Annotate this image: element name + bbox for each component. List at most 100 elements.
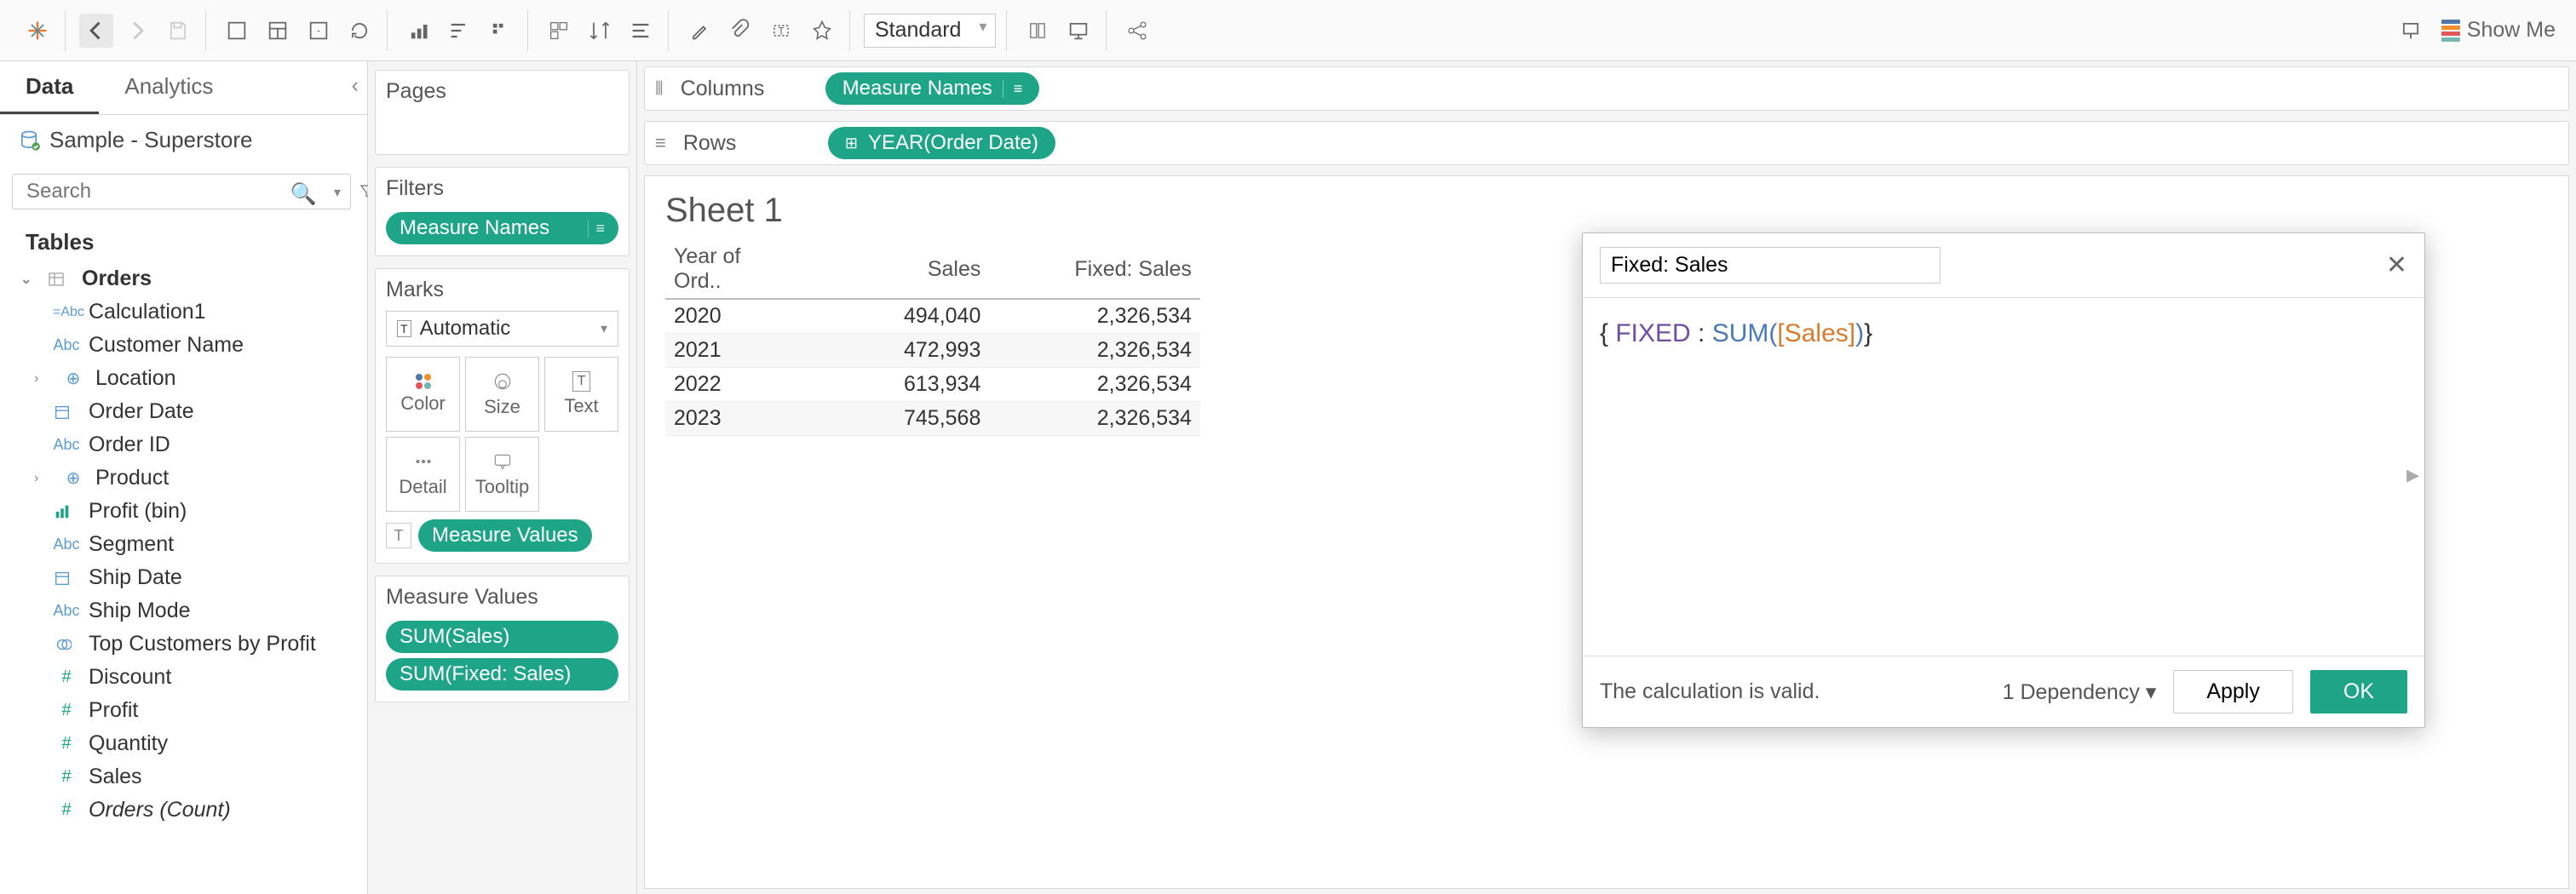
search-icon: 🔍: [290, 182, 317, 207]
table-row[interactable]: 2022613,9342,326,534: [665, 368, 1200, 402]
marks-pill-measure-values[interactable]: Measure Values: [418, 519, 592, 552]
save-button[interactable]: [161, 14, 195, 48]
tree-field-sales[interactable]: #Sales: [12, 760, 355, 794]
tree-field-profit[interactable]: #Profit: [12, 694, 355, 727]
cell-year: 2022: [665, 368, 819, 402]
tree-label: Orders: [82, 266, 152, 291]
calculation-formula-editor[interactable]: { FIXED : SUM([Sales])} ▸: [1583, 298, 2424, 656]
tree-field-product[interactable]: ›⊕Product: [12, 461, 355, 495]
mv-pill-sum-fixed-sales[interactable]: SUM(Fixed: Sales): [386, 658, 618, 691]
marks-text-button[interactable]: TText: [544, 357, 618, 432]
pages-shelf[interactable]: Pages: [375, 70, 630, 155]
marks-color-button[interactable]: Color: [386, 357, 460, 432]
tree-field-profit-bin[interactable]: Profit (bin): [12, 495, 355, 528]
label-button[interactable]: T: [764, 14, 798, 48]
share-button[interactable]: [1120, 14, 1154, 48]
tree-field-order-id[interactable]: AbcOrder ID: [12, 428, 355, 461]
tree-table-orders[interactable]: ⌄Orders: [12, 262, 355, 295]
tree-label: Order ID: [89, 433, 170, 457]
table-row[interactable]: 2020494,0402,326,534: [665, 299, 1200, 334]
tree-field-quantity[interactable]: #Quantity: [12, 727, 355, 760]
new-worksheet-button[interactable]: [220, 14, 254, 48]
tree-field-ship-mode[interactable]: AbcShip Mode: [12, 594, 355, 628]
search-dropdown-icon[interactable]: ▾: [334, 184, 341, 201]
sort-desc-button[interactable]: [483, 14, 517, 48]
mv-pill-sum-sales[interactable]: SUM(Sales): [386, 621, 618, 653]
tree-label: Segment: [89, 532, 174, 557]
marks-detail-button[interactable]: Detail: [386, 437, 460, 512]
cell-year: 2023: [665, 402, 819, 436]
rows-shelf[interactable]: ≡ Rows ⊞YEAR(Order Date): [644, 121, 2569, 165]
new-dashboard-button[interactable]: [261, 14, 295, 48]
plus-icon[interactable]: ⊞: [845, 135, 858, 152]
sort-button[interactable]: [583, 14, 617, 48]
back-button[interactable]: [79, 14, 113, 48]
tab-analytics[interactable]: Analytics: [99, 61, 239, 114]
pill-menu-icon[interactable]: ≡: [588, 220, 605, 238]
filters-shelf[interactable]: Filters Measure Names≡: [375, 167, 630, 256]
calculation-name-input[interactable]: [1600, 247, 1941, 284]
table-header-year[interactable]: Year of Ord..: [665, 240, 819, 299]
tree-field-discount[interactable]: #Discount: [12, 661, 355, 694]
apply-button[interactable]: Apply: [2173, 670, 2293, 713]
tree-field-ship-date[interactable]: Ship Date: [12, 561, 355, 594]
columns-pill-measure-names[interactable]: Measure Names≡: [825, 72, 1040, 105]
totals-button[interactable]: [624, 14, 658, 48]
cell-fixed-sales: 2,326,534: [989, 299, 1200, 334]
highlight-button[interactable]: [682, 14, 716, 48]
tree-field-customer-name[interactable]: AbcCustomer Name: [12, 329, 355, 362]
tree-field-calc1[interactable]: =AbcCalculation1: [12, 295, 355, 329]
pill-menu-icon[interactable]: ≡: [1003, 80, 1023, 98]
tab-data[interactable]: Data: [0, 61, 99, 114]
pill-label: Measure Names: [400, 216, 549, 240]
table-header-sales[interactable]: Sales: [819, 240, 989, 299]
cell-fixed-sales: 2,326,534: [989, 334, 1200, 368]
datasource-row[interactable]: Sample - Superstore: [0, 115, 367, 165]
tree-label: Top Customers by Profit: [89, 632, 316, 656]
show-me-button[interactable]: Show Me: [2431, 14, 2566, 46]
marks-tooltip-button[interactable]: Tooltip: [465, 437, 539, 512]
automatic-icon: T: [397, 320, 411, 337]
tree-field-orders-count[interactable]: #Orders (Count): [12, 794, 355, 827]
close-icon[interactable]: ✕: [2386, 250, 2407, 280]
table-row[interactable]: 2023745,5682,326,534: [665, 402, 1200, 436]
rows-icon: ≡: [655, 132, 666, 154]
forward-button[interactable]: [120, 14, 154, 48]
swap-button[interactable]: [401, 14, 435, 48]
ok-button[interactable]: OK: [2310, 670, 2407, 713]
sidebar-collapse-icon[interactable]: ‹: [352, 73, 359, 98]
sheet-title[interactable]: Sheet 1: [665, 192, 2548, 230]
rows-pill-year-order-date[interactable]: ⊞YEAR(Order Date): [828, 127, 1055, 159]
fit-mode-select[interactable]: Standard: [864, 14, 996, 48]
marks-text-indicator-icon: T: [386, 523, 411, 548]
cell-sales: 745,568: [819, 402, 989, 436]
tree-field-segment[interactable]: AbcSegment: [12, 528, 355, 561]
filter-pill-measure-names[interactable]: Measure Names ≡: [386, 212, 618, 244]
pin-button[interactable]: [805, 14, 839, 48]
attach-button[interactable]: [723, 14, 757, 48]
sort-asc-button[interactable]: [442, 14, 476, 48]
tree-field-order-date[interactable]: Order Date: [12, 395, 355, 428]
columns-shelf[interactable]: ⦀ Columns Measure Names≡: [644, 66, 2569, 111]
refresh-button[interactable]: [342, 14, 377, 48]
cell-fixed-sales: 2,326,534: [989, 402, 1200, 436]
marks-size-button[interactable]: Size: [465, 357, 539, 432]
formula-token: (: [1768, 319, 1777, 347]
measure-values-shelf[interactable]: Measure Values SUM(Sales) SUM(Fixed: Sal…: [375, 576, 630, 702]
tree-field-location[interactable]: ›⊕Location: [12, 362, 355, 395]
guide-button[interactable]: [2394, 14, 2428, 48]
dependency-dropdown[interactable]: 1 Dependency ▾: [2003, 679, 2157, 705]
format-button[interactable]: [1021, 14, 1055, 48]
measure-values-label: Measure Values: [386, 585, 618, 610]
pill-label: Measure Values: [432, 524, 578, 547]
table-row[interactable]: 2021472,9932,326,534: [665, 334, 1200, 368]
new-story-button[interactable]: [302, 14, 336, 48]
group-button[interactable]: [542, 14, 576, 48]
presentation-button[interactable]: [1061, 14, 1095, 48]
expand-icon[interactable]: ▸: [2406, 460, 2419, 490]
marks-type-select[interactable]: TAutomatic: [386, 311, 618, 347]
table-header-fixed-sales[interactable]: Fixed: Sales: [989, 240, 1200, 299]
tree-field-top-customers[interactable]: Top Customers by Profit: [12, 628, 355, 661]
tableau-logo-icon[interactable]: [20, 14, 55, 48]
tree-label: Order Date: [89, 399, 194, 424]
